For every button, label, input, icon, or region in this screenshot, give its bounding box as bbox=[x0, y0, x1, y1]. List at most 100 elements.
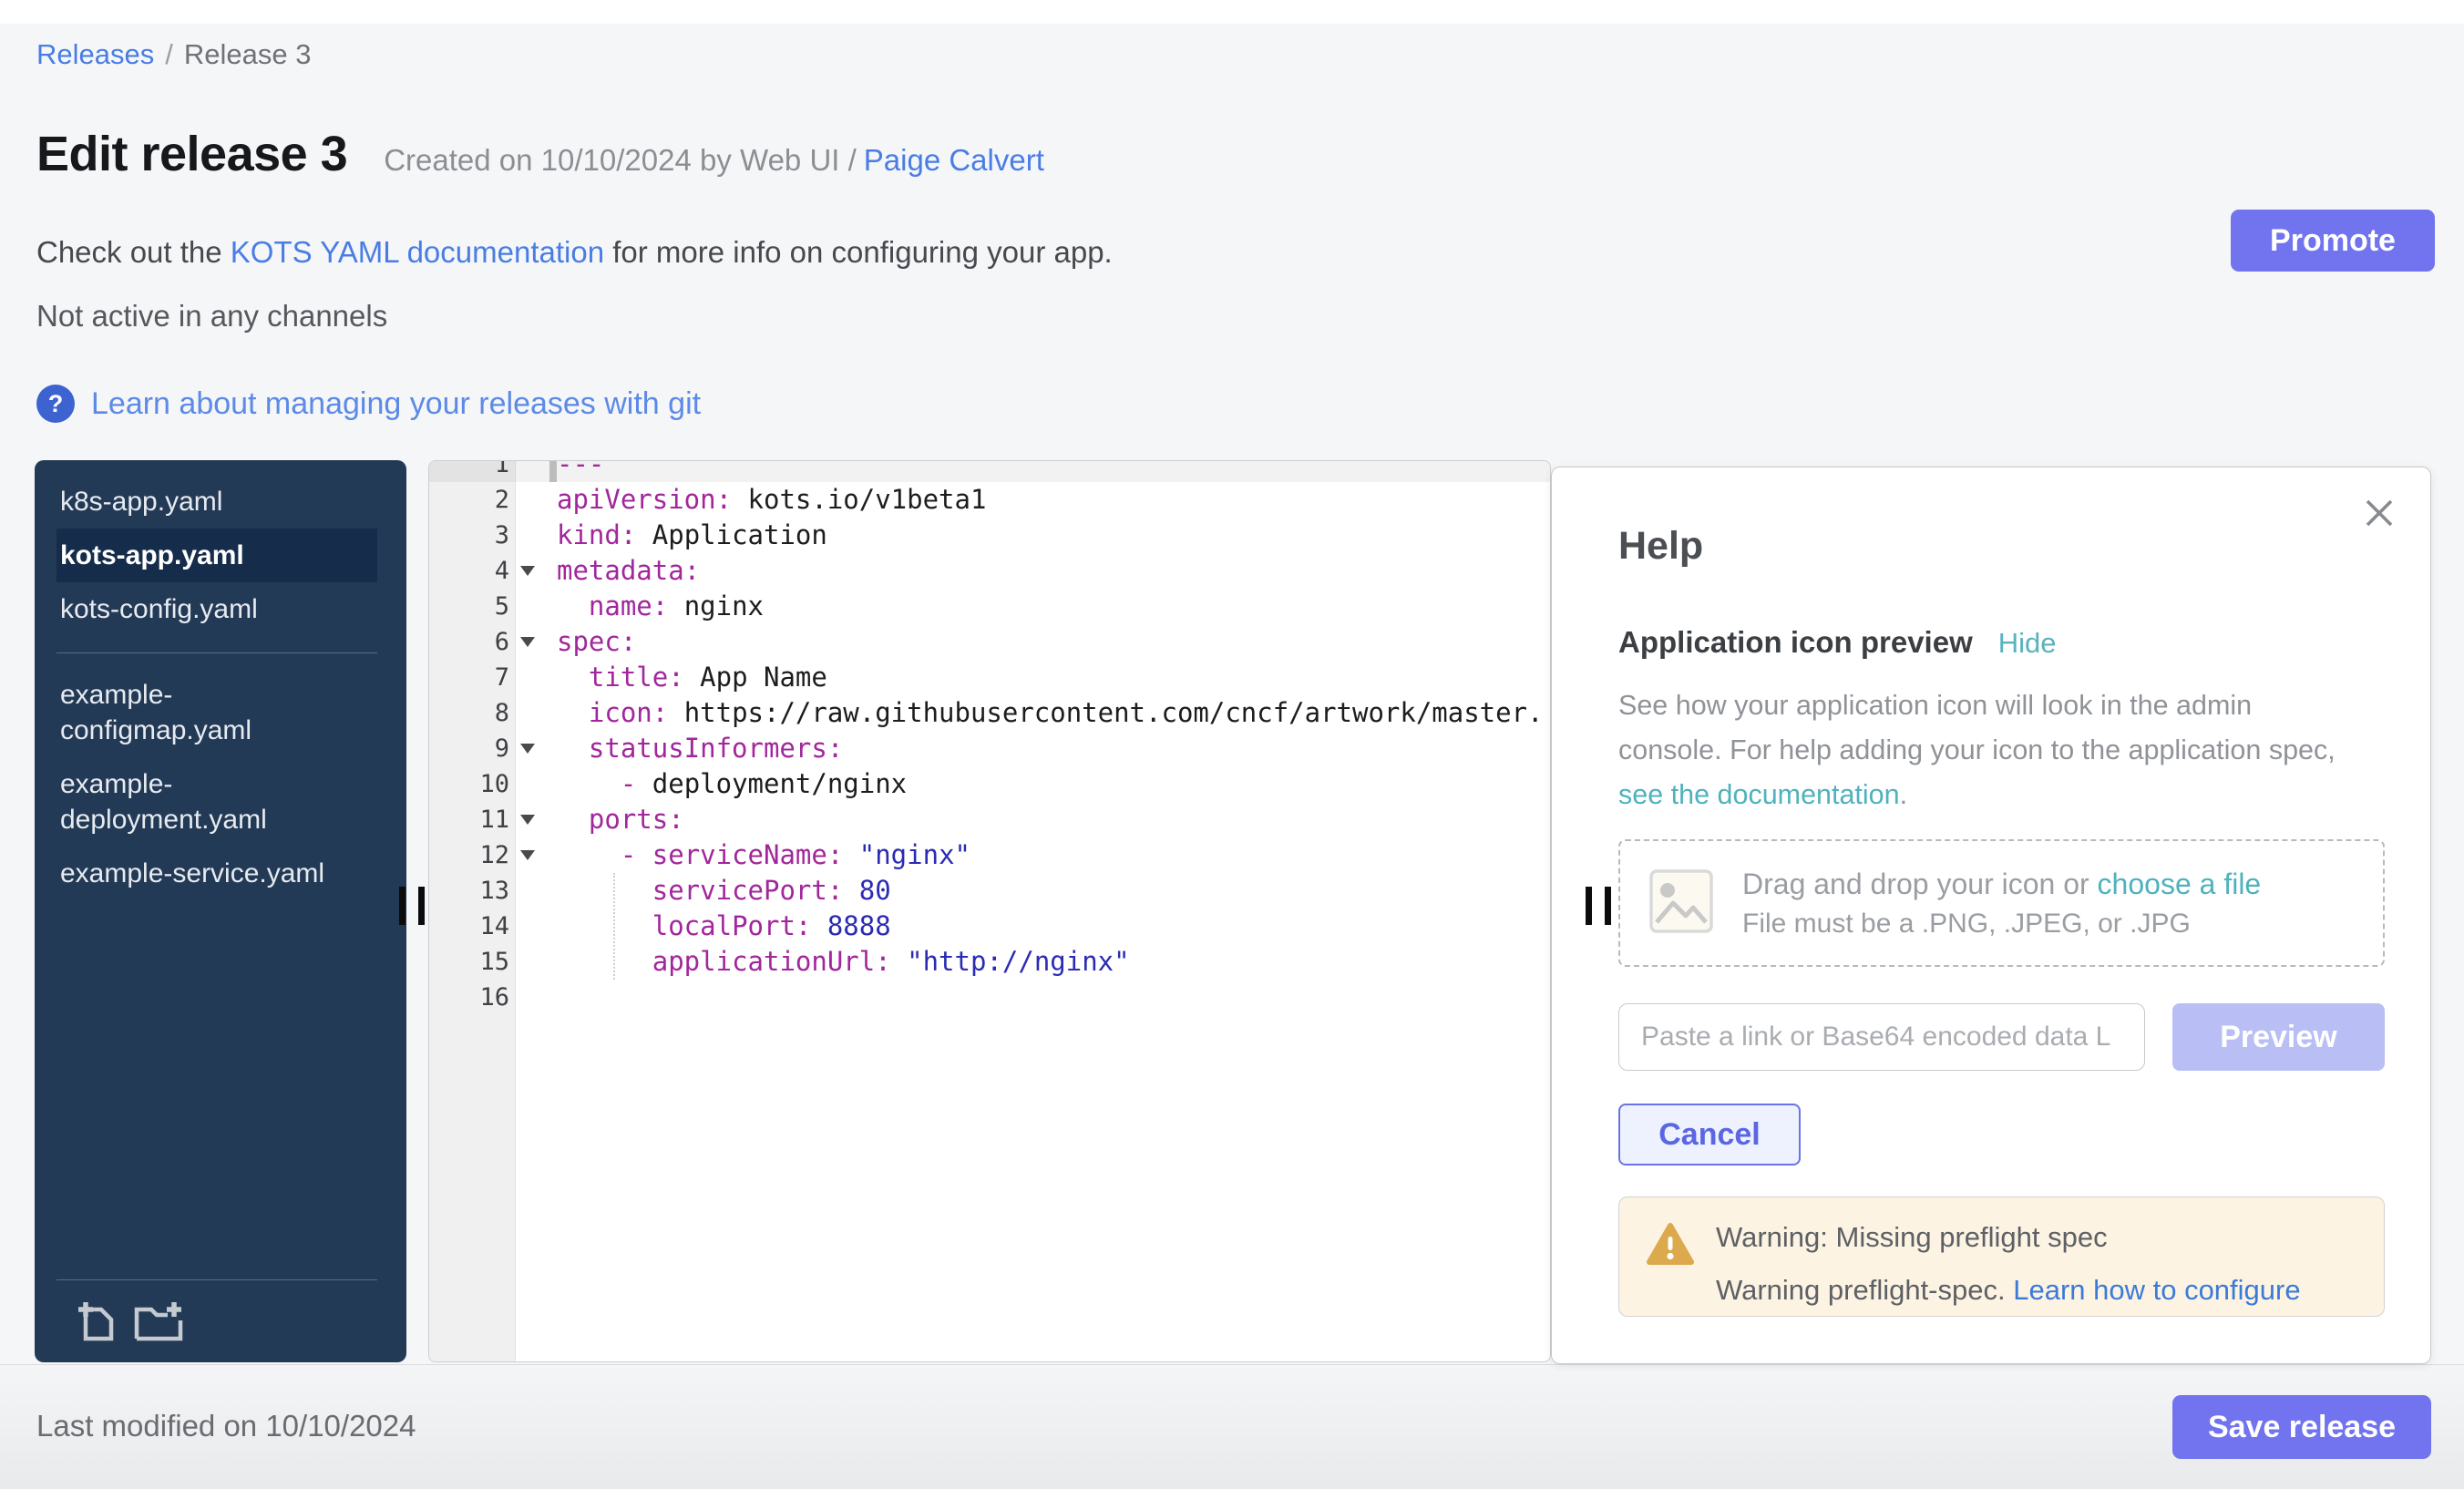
editor-caret bbox=[549, 461, 557, 482]
image-placeholder-icon bbox=[1648, 868, 1715, 940]
hide-link[interactable]: Hide bbox=[1998, 627, 2057, 660]
fold-arrow-icon[interactable] bbox=[520, 850, 535, 860]
code-line[interactable]: name: nginx bbox=[548, 589, 1550, 624]
line-number: 5 bbox=[429, 589, 548, 624]
subtitle-pre: Check out the bbox=[36, 235, 231, 269]
code-editor[interactable]: 1---2apiVersion: kots.io/v1beta13kind: A… bbox=[428, 460, 1551, 1362]
line-number: 4 bbox=[429, 553, 548, 589]
help-panel: Help Application icon preview Hide See h… bbox=[1551, 467, 2431, 1364]
code-line[interactable]: metadata: bbox=[548, 553, 1550, 589]
file-tree: k8s-app.yamlkots-app.yamlkots-config.yam… bbox=[35, 460, 406, 1362]
breadcrumb-separator: / bbox=[165, 38, 173, 70]
file-tree-item[interactable]: example-service.yaml bbox=[35, 847, 406, 900]
cancel-button[interactable]: Cancel bbox=[1618, 1104, 1801, 1166]
promote-button[interactable]: Promote bbox=[2231, 210, 2435, 272]
code-line[interactable]: localPort: 8888 bbox=[548, 909, 1550, 944]
file-tree-item[interactable]: kots-config.yaml bbox=[35, 582, 406, 636]
channel-status: Not active in any channels bbox=[36, 299, 387, 334]
warning-icon bbox=[1647, 1221, 1694, 1316]
created-text: Created on 10/10/2024 by Web UI / bbox=[384, 143, 857, 177]
page-title: Edit release 3 bbox=[36, 126, 347, 182]
code-line[interactable]: servicePort: 80 bbox=[548, 873, 1550, 909]
subtitle-post: for more info on configuring your app. bbox=[604, 235, 1113, 269]
fold-arrow-icon[interactable] bbox=[520, 815, 535, 825]
help-panel-title: Help bbox=[1618, 524, 2385, 569]
fold-arrow-icon[interactable] bbox=[520, 566, 535, 576]
help-description-line: See how your application icon will look … bbox=[1618, 683, 2385, 728]
created-info: Created on 10/10/2024 by Web UI /Paige C… bbox=[384, 143, 1044, 178]
line-number: 15 bbox=[429, 944, 548, 980]
code-line[interactable]: - deployment/nginx bbox=[548, 766, 1550, 802]
warning-configure-link[interactable]: Learn how to configure bbox=[2013, 1274, 2300, 1306]
icon-dropzone[interactable]: Drag and drop your icon or choose a file… bbox=[1618, 839, 2385, 967]
dropzone-subtext: File must be a .PNG, .JPEG, or .JPG bbox=[1742, 909, 2261, 940]
line-number: 9 bbox=[429, 731, 548, 766]
code-line[interactable]: spec: bbox=[548, 624, 1550, 660]
line-number: 11 bbox=[429, 802, 548, 837]
choose-file-link[interactable]: choose a file bbox=[2098, 868, 2262, 900]
question-circle-icon: ? bbox=[36, 385, 75, 423]
line-number: 6 bbox=[429, 624, 548, 660]
line-number: 3 bbox=[429, 518, 548, 553]
code-line[interactable]: title: App Name bbox=[548, 660, 1550, 695]
line-number: 12 bbox=[429, 837, 548, 873]
code-line[interactable]: applicationUrl: "http://nginx" bbox=[548, 944, 1550, 980]
help-description-line: see the documentation. bbox=[1618, 773, 2385, 817]
indent-guide bbox=[613, 873, 615, 980]
file-tree-item[interactable]: kots-app.yaml bbox=[56, 529, 377, 582]
file-tree-secondary: example-configmap.yamlexample-deployment… bbox=[35, 668, 406, 900]
fold-arrow-icon[interactable] bbox=[520, 744, 535, 754]
line-number: 16 bbox=[429, 980, 548, 1015]
add-file-icon[interactable] bbox=[77, 1299, 117, 1342]
created-author-link[interactable]: Paige Calvert bbox=[864, 143, 1044, 177]
file-tree-item[interactable]: example-configmap.yaml bbox=[35, 668, 406, 757]
breadcrumb-current: Release 3 bbox=[184, 38, 312, 70]
line-number: 14 bbox=[429, 909, 548, 944]
code-line[interactable]: --- bbox=[548, 460, 1550, 482]
line-number: 10 bbox=[429, 766, 548, 802]
kots-yaml-doc-link[interactable]: KOTS YAML documentation bbox=[231, 235, 604, 269]
icon-url-input[interactable] bbox=[1618, 1003, 2145, 1071]
warning-text: Warning preflight-spec. bbox=[1716, 1274, 2013, 1306]
breadcrumb-link-releases[interactable]: Releases bbox=[36, 38, 154, 70]
line-number: 8 bbox=[429, 695, 548, 731]
git-help-link[interactable]: Learn about managing your releases with … bbox=[91, 386, 701, 422]
breadcrumb: Releases / Release 3 bbox=[36, 38, 311, 71]
save-release-button[interactable]: Save release bbox=[2172, 1395, 2431, 1459]
footer: Last modified on 10/10/2024 Save release bbox=[0, 1364, 2464, 1489]
git-help-row[interactable]: ? Learn about managing your releases wit… bbox=[36, 385, 701, 423]
line-number: 1 bbox=[429, 460, 548, 482]
help-description: See how your application icon will look … bbox=[1618, 683, 2385, 817]
pane-drag-handle-left[interactable] bbox=[399, 887, 425, 925]
code-line[interactable]: icon: https://raw.githubusercontent.com/… bbox=[548, 695, 1550, 731]
file-tree-item[interactable]: k8s-app.yaml bbox=[35, 475, 406, 529]
file-tree-primary: k8s-app.yamlkots-app.yamlkots-config.yam… bbox=[35, 460, 406, 636]
code-line[interactable]: apiVersion: kots.io/v1beta1 bbox=[548, 482, 1550, 518]
close-icon[interactable] bbox=[2361, 495, 2397, 531]
editor-rows: 1---2apiVersion: kots.io/v1beta13kind: A… bbox=[429, 460, 1550, 1015]
add-folder-icon[interactable] bbox=[133, 1299, 184, 1342]
subtitle: Check out the KOTS YAML documentation fo… bbox=[36, 235, 1113, 270]
file-tree-item[interactable]: example-deployment.yaml bbox=[35, 757, 406, 847]
line-number: 13 bbox=[429, 873, 548, 909]
help-description-line: console. For help adding your icon to th… bbox=[1618, 728, 2385, 773]
code-line[interactable]: kind: Application bbox=[548, 518, 1550, 553]
fold-arrow-icon[interactable] bbox=[520, 637, 535, 647]
code-line[interactable]: - serviceName: "nginx" bbox=[548, 837, 1550, 873]
top-strip bbox=[0, 0, 2464, 24]
file-tree-divider bbox=[56, 652, 377, 653]
icon-preview-section-title: Application icon preview bbox=[1618, 625, 1973, 660]
code-line[interactable]: ports: bbox=[548, 802, 1550, 837]
warning-title: Warning: Missing preflight spec bbox=[1716, 1221, 2301, 1254]
file-tree-footer bbox=[35, 1279, 406, 1362]
last-modified-text: Last modified on 10/10/2024 bbox=[36, 1409, 416, 1443]
pane-drag-handle-right[interactable] bbox=[1586, 887, 1611, 925]
preflight-warning: Warning: Missing preflight spec Warning … bbox=[1618, 1196, 2385, 1317]
see-documentation-link[interactable]: see the documentation bbox=[1618, 779, 1900, 810]
file-tree-footer-divider bbox=[56, 1279, 377, 1280]
preview-button[interactable]: Preview bbox=[2172, 1003, 2385, 1071]
line-number: 7 bbox=[429, 660, 548, 695]
code-line[interactable] bbox=[548, 980, 1550, 1015]
code-line[interactable]: statusInformers: bbox=[548, 731, 1550, 766]
line-number: 2 bbox=[429, 482, 548, 518]
